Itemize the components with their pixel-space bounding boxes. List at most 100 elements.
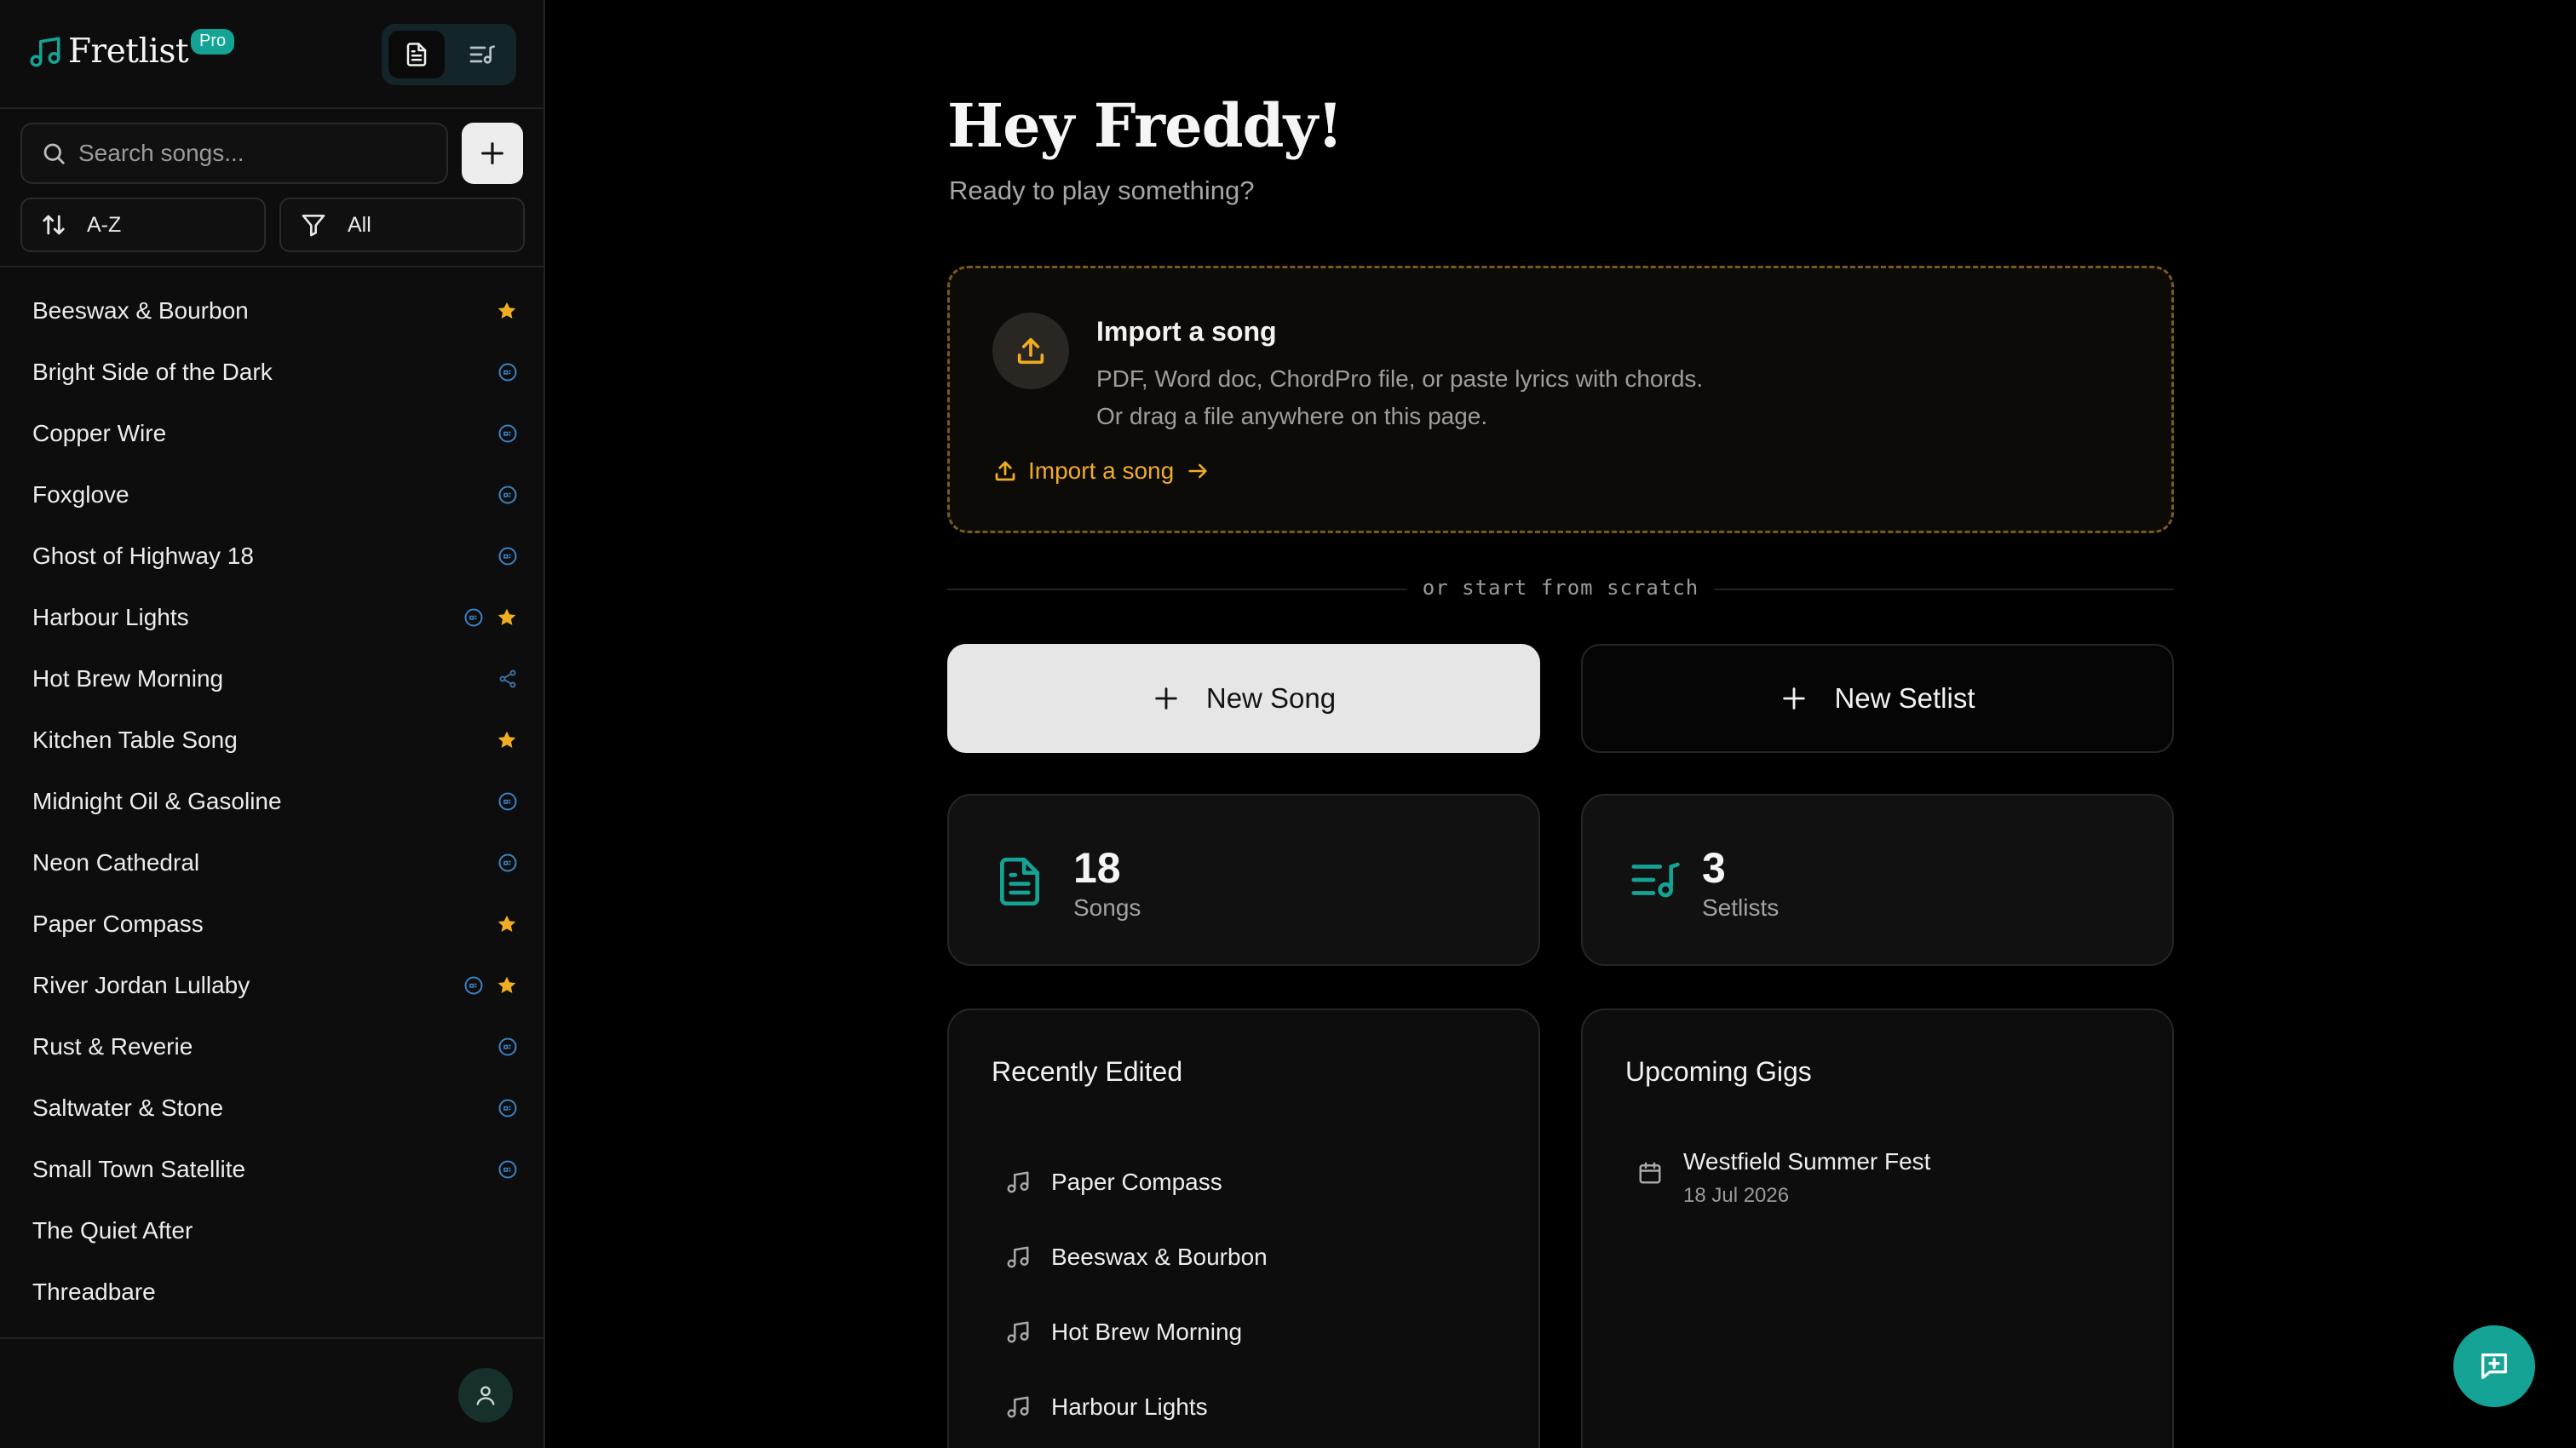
song-status-icons	[497, 1077, 518, 1139]
recent-song-item[interactable]: Harbour Lights	[1005, 1370, 1268, 1445]
plus-icon	[1152, 684, 1181, 713]
recent-song-item[interactable]: Hot Brew Morning	[1005, 1295, 1268, 1370]
chord-badge-icon	[463, 975, 484, 996]
song-list-item[interactable]: Threadbare	[0, 1261, 543, 1323]
song-title: Foxglove	[32, 481, 129, 508]
song-list-item[interactable]: Small Town Satellite	[0, 1139, 543, 1200]
song-list-item[interactable]: Beeswax & Bourbon	[0, 280, 543, 342]
gig-date: 18 Jul 2026	[1683, 1184, 1790, 1207]
page-subtitle: Ready to play something?	[949, 175, 1255, 205]
song-title: Beeswax & Bourbon	[32, 297, 249, 324]
songs-view-button[interactable]	[388, 31, 445, 78]
chord-badge-icon	[497, 1098, 518, 1118]
song-title: Copper Wire	[32, 420, 167, 446]
song-title: Ghost of Highway 18	[32, 543, 254, 569]
songs-stat-card[interactable]: 18 Songs	[947, 794, 1540, 966]
sort-button[interactable]: A-Z	[20, 198, 266, 252]
song-list-item[interactable]: Kitchen Table Song	[0, 710, 543, 771]
star-icon	[496, 913, 518, 935]
song-list-item[interactable]: Saltwater & Stone	[0, 1077, 543, 1139]
gig-name: Westfield Summer Fest	[1683, 1148, 1931, 1175]
recently-edited-title: Recently Edited	[992, 1056, 1183, 1087]
song-status-icons	[497, 1139, 518, 1200]
new-setlist-label: New Setlist	[1834, 682, 1975, 714]
song-title: Paper Compass	[32, 911, 204, 937]
import-title: Import a song	[1096, 316, 1277, 347]
message-plus-icon	[2477, 1349, 2511, 1383]
song-title: Midnight Oil & Gasoline	[32, 788, 282, 814]
filter-button[interactable]: All	[279, 198, 525, 252]
app-logo[interactable]: Fretlist	[27, 32, 189, 71]
song-list-item[interactable]: Foxglove	[0, 464, 543, 526]
chord-badge-icon	[497, 1037, 518, 1057]
sort-arrows-icon	[41, 212, 66, 238]
user-avatar-button[interactable]	[458, 1368, 513, 1422]
song-list: Beeswax & Bourbon Bright Side of the Dark…	[0, 280, 543, 1323]
song-status-icons	[496, 280, 518, 342]
chord-badge-icon	[497, 791, 518, 812]
star-icon	[496, 606, 518, 629]
feedback-fab-button[interactable]	[2453, 1325, 2535, 1407]
search-icon	[41, 141, 66, 166]
song-list-item[interactable]: Paper Compass	[0, 894, 543, 955]
song-status-icons	[496, 710, 518, 771]
star-icon	[496, 300, 518, 322]
song-title: The Quiet After	[32, 1217, 193, 1244]
song-list-item[interactable]: Bright Side of the Dark	[0, 342, 543, 403]
song-title: Threadbare	[32, 1278, 156, 1305]
search-input[interactable]	[78, 140, 436, 167]
song-list-item[interactable]: The Quiet After	[0, 1200, 543, 1261]
song-list-item[interactable]: Hot Brew Morning	[0, 648, 543, 710]
song-status-icons	[497, 1016, 518, 1077]
song-status-icons	[463, 955, 518, 1016]
import-song-link[interactable]: Import a song	[992, 457, 1210, 485]
scratch-separator: or start from scratch	[947, 576, 2174, 601]
new-song-button[interactable]: New Song	[947, 644, 1540, 753]
user-icon	[474, 1383, 497, 1407]
gig-item[interactable]: Westfield Summer Fest 18 Jul 2026	[1637, 1148, 1930, 1208]
sort-label: A-Z	[87, 212, 122, 237]
song-list-item[interactable]: Midnight Oil & Gasoline	[0, 771, 543, 832]
songs-count: 18	[1073, 844, 1121, 892]
song-status-icons	[497, 648, 518, 710]
setlists-stat-card[interactable]: 3 Setlists	[1581, 794, 2174, 966]
chord-badge-icon	[497, 485, 518, 505]
filter-funnel-icon	[300, 211, 327, 238]
song-status-icons	[497, 832, 518, 894]
recent-song-item[interactable]: Beeswax & Bourbon	[1005, 1220, 1268, 1295]
new-setlist-button[interactable]: New Setlist	[1581, 644, 2174, 753]
setlists-view-button[interactable]	[453, 31, 509, 78]
chord-badge-icon	[497, 1159, 518, 1180]
song-title: Kitchen Table Song	[32, 727, 238, 753]
song-title: Bright Side of the Dark	[32, 359, 273, 385]
song-status-icons	[497, 403, 518, 464]
add-song-button[interactable]	[462, 123, 523, 184]
star-icon	[496, 729, 518, 751]
recent-song-item[interactable]: Paper Compass	[1005, 1145, 1268, 1220]
song-title: River Jordan Lullaby	[32, 972, 250, 998]
recent-song-title: Harbour Lights	[1051, 1393, 1208, 1420]
import-dropzone[interactable]: Import a song PDF, Word doc, ChordPro fi…	[947, 266, 2174, 533]
chord-badge-icon	[463, 607, 484, 628]
upload-icon	[992, 458, 1018, 484]
song-title: Harbour Lights	[32, 604, 189, 630]
filter-label: All	[348, 212, 371, 237]
list-music-icon	[1627, 853, 1680, 906]
import-desc-line: PDF, Word doc, ChordPro file, or paste l…	[1096, 365, 1704, 392]
sidebar-divider	[0, 266, 543, 267]
song-list-item[interactable]: River Jordan Lullaby	[0, 955, 543, 1016]
star-icon	[496, 974, 518, 997]
song-status-icons	[497, 464, 518, 526]
upload-icon	[1014, 334, 1048, 368]
songs-count-label: Songs	[1073, 894, 1141, 921]
song-list-item[interactable]: Rust & Reverie	[0, 1016, 543, 1077]
upload-icon-circle	[992, 313, 1069, 389]
song-list-item[interactable]: Copper Wire	[0, 403, 543, 464]
separator-text: or start from scratch	[1422, 576, 1699, 600]
song-list-item[interactable]: Ghost of Highway 18	[0, 526, 543, 587]
setlists-count-label: Setlists	[1702, 894, 1780, 921]
song-list-item[interactable]: Harbour Lights	[0, 587, 543, 648]
pro-badge: Pro	[191, 29, 235, 55]
music-note-icon	[1005, 1169, 1031, 1195]
song-list-item[interactable]: Neon Cathedral	[0, 832, 543, 894]
